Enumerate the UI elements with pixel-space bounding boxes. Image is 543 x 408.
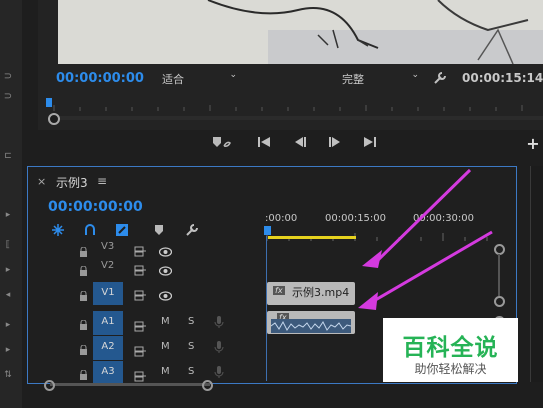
lock-icon[interactable] xyxy=(79,243,87,257)
linked-selection-icon[interactable] xyxy=(82,222,98,238)
scroll-handle-bottom[interactable] xyxy=(494,296,505,307)
add-button-icon[interactable]: + xyxy=(526,134,540,153)
monitor-time-ruler[interactable] xyxy=(48,96,543,111)
chevron-down-icon: ⌄ xyxy=(229,70,237,80)
microphone-icon[interactable] xyxy=(214,339,224,358)
fit-dropdown[interactable]: 适合 ⌄ xyxy=(158,70,240,86)
watermark-logo: 百科全说 助你轻松解决 xyxy=(383,318,518,382)
audio-clip[interactable]: fx xyxy=(267,311,355,334)
add-marker-icon[interactable] xyxy=(210,134,234,150)
sync-lock-icon[interactable] xyxy=(134,286,146,305)
track-name[interactable]: A2 xyxy=(93,336,123,360)
lock-icon[interactable] xyxy=(79,316,87,330)
ruler-label-start: :00:00 xyxy=(265,213,298,224)
sequence-menu-icon[interactable]: ≡ xyxy=(97,174,107,188)
solo-button[interactable]: S xyxy=(188,316,194,327)
quality-dropdown[interactable]: 完整 ⌄ xyxy=(340,70,422,86)
track-name[interactable]: V2 xyxy=(101,260,114,271)
chevron-down-icon: ⌄ xyxy=(411,70,419,80)
h-scroll-track[interactable] xyxy=(50,383,210,386)
monitor-zoom-bar[interactable] xyxy=(48,116,543,120)
tool-icon[interactable]: ▸ xyxy=(3,345,13,355)
ruler-label-30s: 00:00:30:00 xyxy=(413,213,475,224)
eye-icon[interactable] xyxy=(158,261,173,280)
tool-icon[interactable]: ▸ xyxy=(3,320,13,330)
fit-dropdown-value: 适合 xyxy=(162,73,184,86)
lock-icon[interactable] xyxy=(79,341,87,355)
watermark-title: 百科全说 xyxy=(402,335,499,361)
track-header-a2: A2 M S xyxy=(28,336,265,360)
video-clip[interactable]: fx 示例3.mp4 xyxy=(267,282,355,305)
h-scroll-handle-left[interactable] xyxy=(44,380,55,391)
audio-waveform xyxy=(271,319,351,333)
track-header-v2: V2 xyxy=(28,257,265,281)
monitor-zoom-handle[interactable] xyxy=(48,113,60,125)
tool-icon[interactable]: ⊃ xyxy=(2,90,14,102)
sequence-tab-title[interactable]: 示例3 xyxy=(56,174,88,191)
program-video-frame xyxy=(58,0,543,64)
watermark-subtitle: 助你轻松解决 xyxy=(414,362,487,376)
track-name[interactable]: A1 xyxy=(93,311,123,335)
lock-icon[interactable] xyxy=(79,366,87,380)
program-duration-timecode: 00:00:15:14 xyxy=(462,71,543,85)
work-area-bar[interactable] xyxy=(268,236,356,239)
playhead-line xyxy=(266,236,267,381)
sync-lock-icon[interactable] xyxy=(134,342,146,361)
step-back-icon[interactable] xyxy=(290,134,310,150)
sequence-close-button[interactable]: × xyxy=(37,175,46,188)
tool-icon[interactable]: ▸ xyxy=(3,265,13,275)
track-name[interactable]: V3 xyxy=(101,241,114,252)
h-scroll-handle-right[interactable] xyxy=(202,380,213,391)
solo-button[interactable]: S xyxy=(188,341,194,352)
insert-overwrite-icon[interactable] xyxy=(114,222,130,238)
track-header-a1: A1 M S xyxy=(28,311,265,335)
tool-icon[interactable]: ◂ xyxy=(3,290,13,300)
ruler-label-15s: 00:00:15:00 xyxy=(325,213,387,224)
settings-wrench-icon[interactable] xyxy=(432,70,448,86)
video-frame-image xyxy=(58,0,543,64)
snap-icon[interactable] xyxy=(50,222,66,238)
track-header-v1: V1 xyxy=(28,282,265,306)
monitor-playhead[interactable] xyxy=(46,98,52,107)
fx-badge: fx xyxy=(273,286,285,295)
tool-icon[interactable]: ⊏ xyxy=(2,150,14,162)
lock-icon[interactable] xyxy=(79,262,87,276)
program-current-timecode[interactable]: 00:00:00:00 xyxy=(56,71,144,86)
scroll-track[interactable] xyxy=(498,254,500,296)
mute-button[interactable]: M xyxy=(161,366,170,377)
microphone-icon[interactable] xyxy=(214,314,224,333)
quality-dropdown-value: 完整 xyxy=(342,73,364,86)
tool-icon[interactable]: ⟦ xyxy=(3,240,13,250)
tool-icon[interactable]: ⇅ xyxy=(3,370,13,380)
tool-icon[interactable]: ▸ xyxy=(3,210,13,220)
track-name[interactable]: V1 xyxy=(93,282,123,305)
tool-icon[interactable]: ⊃ xyxy=(2,70,14,82)
left-tool-strip: ⊃ ⊃ ⊏ ▸ ⟦ ▸ ◂ ▸ ▸ ⇅ xyxy=(0,0,22,408)
mute-button[interactable]: M xyxy=(161,341,170,352)
right-panel-edge xyxy=(530,166,543,382)
play-icon[interactable] xyxy=(325,134,345,150)
video-clip-name: 示例3.mp4 xyxy=(292,286,350,299)
go-to-in-icon[interactable] xyxy=(255,134,275,150)
solo-button[interactable]: S xyxy=(188,366,194,377)
eye-icon[interactable] xyxy=(158,286,173,305)
add-marker-icon[interactable] xyxy=(152,222,166,238)
go-to-out-icon[interactable] xyxy=(360,134,380,150)
timeline-settings-wrench-icon[interactable] xyxy=(184,222,200,238)
timeline-ruler-ticks[interactable] xyxy=(265,226,505,241)
sequence-playhead-timecode[interactable]: 00:00:00:00 xyxy=(48,199,143,215)
sync-lock-icon[interactable] xyxy=(134,261,146,280)
mute-button[interactable]: M xyxy=(161,316,170,327)
timeline-playhead[interactable] xyxy=(264,226,271,235)
lock-icon[interactable] xyxy=(79,287,87,301)
sync-lock-icon[interactable] xyxy=(134,317,146,336)
